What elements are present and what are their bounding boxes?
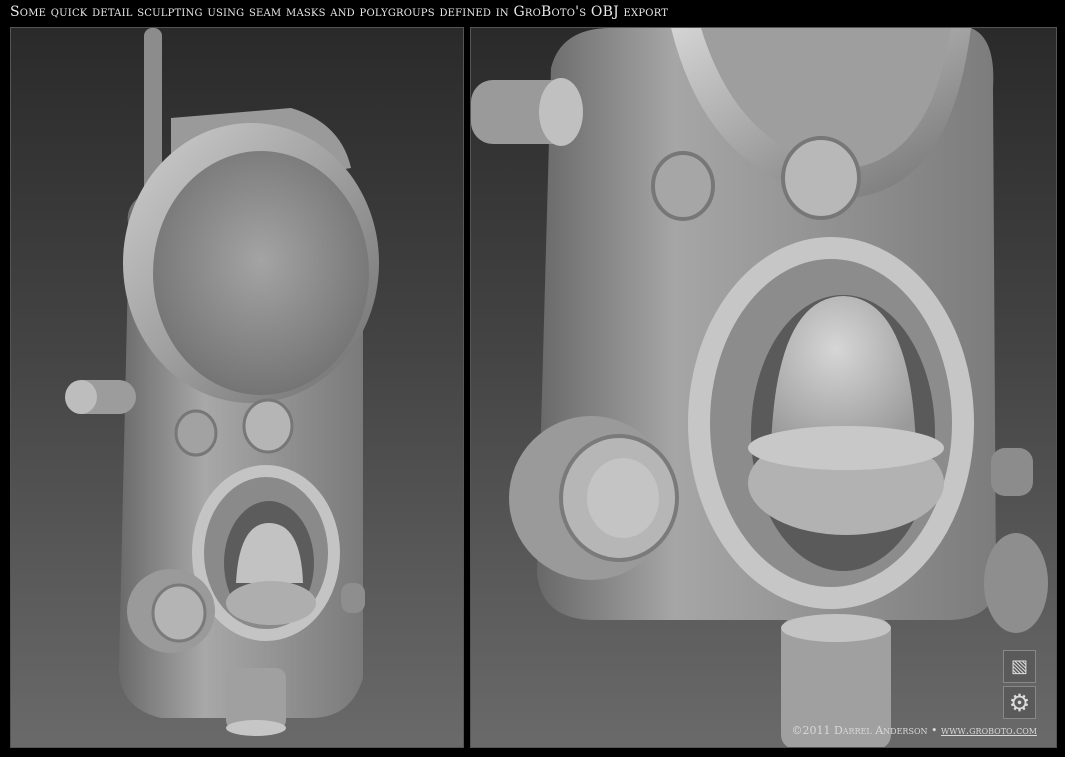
- page: Some quick detail sculpting using seam m…: [0, 0, 1065, 757]
- render-panel-closeup: [470, 27, 1057, 748]
- render-panel-full-view: [10, 27, 464, 748]
- sculpt-render-full: [65, 28, 379, 736]
- page-title: Some quick detail sculpting using seam m…: [10, 4, 669, 20]
- round-button: [242, 398, 294, 454]
- round-button: [781, 136, 861, 220]
- small-button: [174, 409, 218, 457]
- copyright-notice: ©2011 Darrel Anderson • www.groboto.com: [791, 724, 1037, 737]
- website-link[interactable]: www.groboto.com: [941, 724, 1037, 737]
- small-button: [651, 151, 715, 221]
- gear-icon: ⚙: [1003, 686, 1036, 719]
- inner-band: [226, 581, 316, 625]
- sculpt-render-closeup: [471, 28, 1048, 747]
- copyright-text: ©2011 Darrel Anderson: [791, 724, 928, 737]
- square-slash-icon: ▧: [1003, 650, 1036, 683]
- copyright-separator: •: [931, 724, 938, 737]
- speaker-face: [153, 151, 369, 395]
